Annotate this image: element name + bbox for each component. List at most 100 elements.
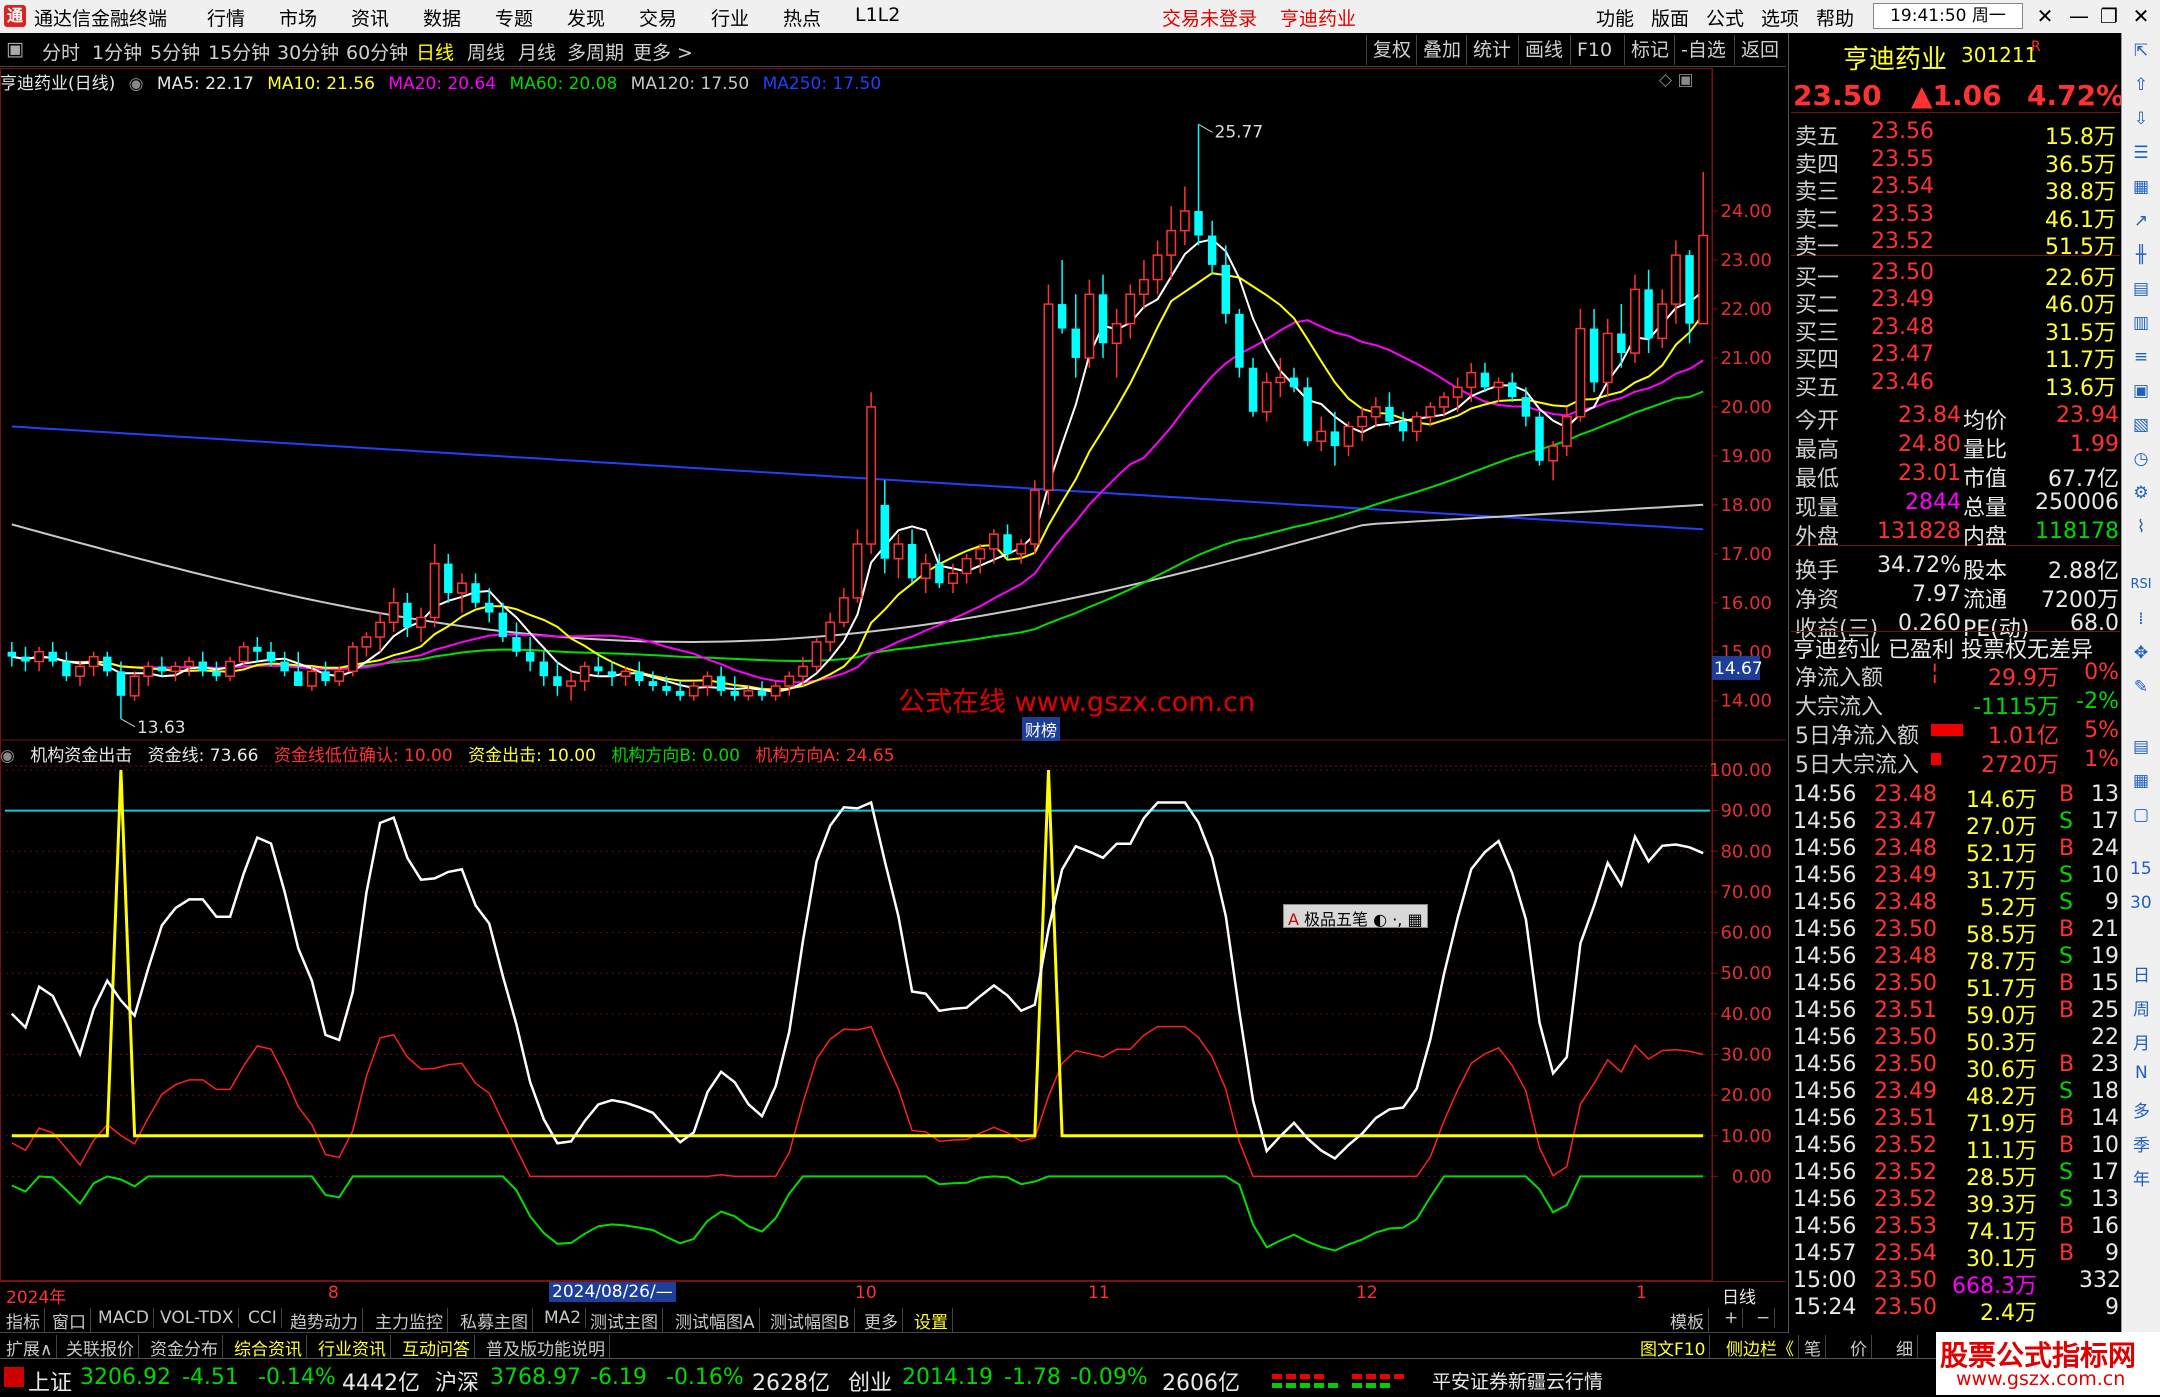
f10-icon[interactable]: ▥ bbox=[2127, 309, 2155, 337]
tab-week[interactable]: 周线 bbox=[467, 38, 505, 65]
btab-vol[interactable]: VOL-TDX bbox=[156, 1308, 239, 1328]
trend-icon[interactable]: ⌇ bbox=[2127, 513, 2155, 541]
side-day[interactable]: 日 bbox=[2133, 961, 2150, 986]
tick-row[interactable]: 14:56 23.48 52.1万 B 24 bbox=[1791, 836, 2120, 867]
arrow-up-icon[interactable]: ⇧ bbox=[2127, 71, 2155, 99]
grid-icon[interactable]: ▦ bbox=[2127, 767, 2155, 795]
ask-level[interactable]: 卖一 23.52 51.5万 bbox=[1791, 229, 2120, 260]
quote-list-icon[interactable]: ☰ bbox=[2127, 139, 2155, 167]
ftab-sidebar[interactable]: 侧边栏《 bbox=[1722, 1335, 1799, 1360]
tick-row[interactable]: 14:56 23.51 71.9万 B 14 bbox=[1791, 1106, 2120, 1137]
btab-ceshi-zhu[interactable]: 测试主图 bbox=[586, 1308, 663, 1333]
ftab-zijin[interactable]: 资金分布 bbox=[146, 1335, 223, 1360]
indicator-settings-icon[interactable]: ◉ bbox=[0, 746, 15, 766]
btab-template[interactable]: 模板 bbox=[1666, 1308, 1709, 1333]
minimize-icon[interactable]: — bbox=[2064, 2, 2094, 30]
cy-name[interactable]: 创业 bbox=[848, 1365, 892, 1397]
ftab-zonghe[interactable]: 综合资讯 bbox=[230, 1335, 307, 1360]
btab-ceshi-b[interactable]: 测试幅图B bbox=[766, 1308, 855, 1333]
btab-ceshi-a[interactable]: 测试幅图A bbox=[671, 1308, 760, 1333]
close-small-icon[interactable]: ✕ bbox=[2030, 2, 2060, 30]
gear-icon[interactable]: ⚙ bbox=[2127, 479, 2155, 507]
clock-icon[interactable]: ◷ bbox=[2127, 445, 2155, 473]
tick-row[interactable]: 14:56 23.52 39.3万 S 13 bbox=[1791, 1187, 2120, 1218]
f2-icon[interactable]: ▧ bbox=[2127, 411, 2155, 439]
menu-item-hangqing[interactable]: 行情 bbox=[207, 4, 245, 31]
pencil-icon[interactable]: ✎ bbox=[2127, 673, 2155, 701]
tab-multi[interactable]: 多周期 bbox=[567, 38, 624, 65]
btab-plus[interactable]: + bbox=[1720, 1308, 1744, 1328]
bid-level[interactable]: 买四 23.47 11.7万 bbox=[1791, 342, 2120, 373]
tool-biaoji[interactable]: 标记 bbox=[1624, 35, 1675, 65]
list-icon[interactable]: ≡ bbox=[2127, 343, 2155, 371]
move-icon[interactable]: ✥ bbox=[2127, 639, 2155, 667]
restore-icon[interactable]: ❐ bbox=[2094, 2, 2124, 30]
kline-chart[interactable]: 25.77 13.63 24.00 23.00 22.00 21.00 20.00 19.0… bbox=[0, 68, 1786, 1315]
side-year[interactable]: 年 bbox=[2133, 1165, 2150, 1190]
ftab-bi[interactable]: 笔 bbox=[1800, 1335, 1826, 1360]
menu-item-gongshi[interactable]: 公式 bbox=[1706, 4, 1744, 31]
tool-zixuan[interactable]: -自选 bbox=[1674, 35, 1732, 65]
fund-icon[interactable]: ▣ bbox=[2127, 377, 2155, 405]
ask-level[interactable]: 卖三 23.54 38.8万 bbox=[1791, 174, 2120, 205]
btab-minus[interactable]: − bbox=[1752, 1308, 1776, 1328]
trend-chart-icon[interactable]: ↗ bbox=[2127, 207, 2155, 235]
tool-huaxian[interactable]: 画线 bbox=[1518, 35, 1569, 65]
rsi-icon[interactable]: RSI bbox=[2127, 571, 2155, 599]
bid-level[interactable]: 买三 23.48 31.5万 bbox=[1791, 315, 2120, 346]
tool-fuquan[interactable]: 复权 bbox=[1366, 35, 1417, 65]
tab-day[interactable]: 日线 bbox=[416, 38, 454, 65]
ask-level[interactable]: 卖二 23.53 46.1万 bbox=[1791, 202, 2120, 233]
btab-cci[interactable]: CCI bbox=[244, 1308, 282, 1328]
table-icon[interactable]: ▦ bbox=[2127, 173, 2155, 201]
tick-row[interactable]: 14:56 23.48 78.7万 S 19 bbox=[1791, 944, 2120, 975]
tick-row[interactable]: 14:57 23.54 30.1万 B 9 bbox=[1791, 1241, 2120, 1272]
tick-row[interactable]: 15:00 23.50 668.3万 332 bbox=[1791, 1268, 2121, 1299]
tick-row[interactable]: 14:56 23.49 31.7万 S 10 bbox=[1791, 863, 2120, 894]
ftab-f10[interactable]: 图文F10 bbox=[1636, 1335, 1711, 1360]
side-n[interactable]: N bbox=[2135, 1063, 2148, 1083]
ftab-hangye[interactable]: 行业资讯 bbox=[314, 1335, 391, 1360]
btab-simu[interactable]: 私募主图 bbox=[456, 1308, 533, 1333]
arrow-down-icon[interactable]: ⇩ bbox=[2127, 105, 2155, 133]
close-icon[interactable]: ✕ bbox=[2126, 2, 2156, 30]
tick-row[interactable]: 14:56 23.50 58.5万 B 21 bbox=[1791, 917, 2120, 948]
menu-item-shuju[interactable]: 数据 bbox=[423, 4, 461, 31]
side-month[interactable]: 月 bbox=[2133, 1029, 2150, 1054]
caibang-tag[interactable]: 财榜 bbox=[1022, 717, 1061, 741]
bid-level[interactable]: 买五 23.46 13.6万 bbox=[1791, 370, 2120, 401]
menu-item-xuanxiang[interactable]: 选项 bbox=[1761, 4, 1799, 31]
layout-icon[interactable]: ▤ bbox=[2127, 733, 2155, 761]
tick-row[interactable]: 14:56 23.49 48.2万 S 18 bbox=[1791, 1079, 2120, 1110]
ftab-guanlian[interactable]: 关联报价 bbox=[62, 1335, 139, 1360]
tick-row[interactable]: 14:56 23.50 51.7万 B 15 bbox=[1791, 971, 2120, 1002]
btab-settings[interactable]: 设置 bbox=[910, 1308, 953, 1333]
collapse-icon[interactable]: ⇱ bbox=[2127, 37, 2155, 65]
bid-level[interactable]: 买一 23.50 22.6万 bbox=[1791, 260, 2120, 291]
tab-5min[interactable]: 5分钟 bbox=[150, 38, 200, 65]
btab-zhuli[interactable]: 主力监控 bbox=[371, 1308, 448, 1333]
sh-name[interactable]: 上证 bbox=[28, 1365, 72, 1397]
ftab-shuoming[interactable]: 普及版功能说明 bbox=[482, 1335, 610, 1360]
menu-item-jiaoyi[interactable]: 交易 bbox=[639, 4, 677, 31]
tool-diejia[interactable]: 叠加 bbox=[1416, 35, 1467, 65]
btab-qushi[interactable]: 趋势动力 bbox=[286, 1308, 363, 1333]
tab-more[interactable]: 更多 > bbox=[633, 38, 693, 65]
tick-row[interactable]: 14:56 23.53 74.1万 B 16 bbox=[1791, 1214, 2120, 1245]
menu-item-l1l2[interactable]: L1L2 bbox=[855, 4, 900, 26]
tick-row[interactable]: 14:56 23.51 59.0万 B 25 bbox=[1791, 998, 2120, 1029]
tick-row[interactable]: 14:56 23.48 5.2万 S 9 bbox=[1791, 890, 2120, 921]
tool-f10[interactable]: F10 bbox=[1570, 35, 1618, 65]
chart-options-icon[interactable]: ◇ ▣ bbox=[1659, 70, 1694, 90]
ask-level[interactable]: 卖五 23.56 15.8万 bbox=[1791, 119, 2120, 150]
btab-ma2[interactable]: MA2 bbox=[540, 1308, 587, 1328]
tab-30min[interactable]: 30分钟 bbox=[277, 38, 339, 65]
ftab-expand[interactable]: 扩展∧ bbox=[2, 1335, 58, 1360]
tick-row[interactable]: 14:56 23.52 28.5万 S 17 bbox=[1791, 1160, 2120, 1191]
menu-item-hangye[interactable]: 行业 bbox=[711, 4, 749, 31]
ime-toolbar[interactable]: A 极品五笔 ◐ ·, ▦ bbox=[1283, 904, 1428, 929]
news-icon[interactable]: ▤ bbox=[2127, 275, 2155, 303]
settings-icon[interactable]: ◉ bbox=[129, 74, 144, 94]
panel-toggle-icon[interactable]: ▣ bbox=[6, 38, 24, 60]
tick-row[interactable]: 14:56 23.47 27.0万 S 17 bbox=[1791, 809, 2120, 840]
